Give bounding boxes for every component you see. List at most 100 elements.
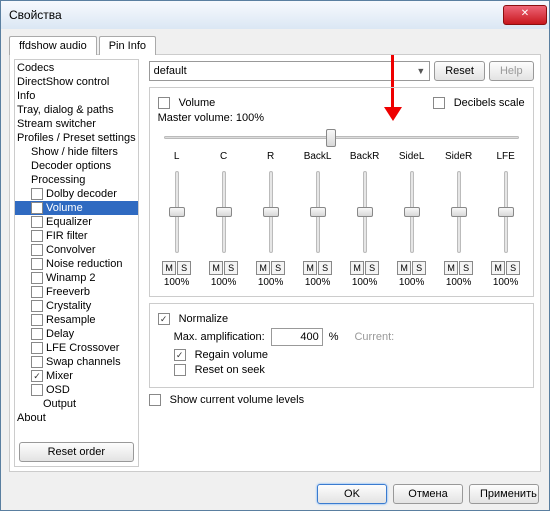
tree-label: Stream switcher — [17, 118, 96, 130]
mute-button[interactable]: M — [444, 261, 458, 275]
tree-item[interactable]: LFE Crossover — [15, 341, 138, 355]
tree-checkbox[interactable] — [31, 244, 43, 256]
channel-slider[interactable] — [356, 167, 374, 257]
channel-slider[interactable] — [309, 167, 327, 257]
tree-checkbox[interactable] — [31, 314, 43, 326]
tab-pin-info[interactable]: Pin Info — [99, 36, 156, 55]
tree-checkbox[interactable] — [31, 342, 43, 354]
tree-item[interactable]: Convolver — [15, 243, 138, 257]
close-button[interactable]: ✕ — [503, 5, 547, 25]
solo-button[interactable]: S — [224, 261, 238, 275]
mute-button[interactable]: M — [162, 261, 176, 275]
channel-slider[interactable] — [450, 167, 468, 257]
tree-item[interactable]: Noise reduction — [15, 257, 138, 271]
channel-slider[interactable] — [168, 167, 186, 257]
tree-item[interactable]: FIR filter — [15, 229, 138, 243]
tree-item[interactable]: Volume — [15, 201, 138, 215]
tree-checkbox[interactable] — [31, 202, 43, 214]
show-levels-checkbox[interactable] — [149, 394, 161, 406]
tree-checkbox[interactable] — [31, 230, 43, 242]
tree-checkbox[interactable] — [31, 356, 43, 368]
tree-item[interactable]: Codecs — [15, 61, 138, 75]
tree-checkbox[interactable] — [31, 272, 43, 284]
tree-item[interactable]: Swap channels — [15, 355, 138, 369]
channel-l: LMS100% — [158, 151, 196, 288]
tree-item[interactable]: Equalizer — [15, 215, 138, 229]
solo-button[interactable]: S — [412, 261, 426, 275]
tree-item[interactable]: OSD — [15, 383, 138, 397]
regain-checkbox[interactable]: ✓ — [174, 349, 186, 361]
mute-button[interactable]: M — [397, 261, 411, 275]
channel-label: BackL — [304, 151, 332, 165]
tree-item[interactable]: Crystality — [15, 299, 138, 313]
mute-button[interactable]: M — [209, 261, 223, 275]
tree-item[interactable]: Show / hide filters — [15, 145, 138, 159]
master-volume-slider[interactable] — [158, 127, 525, 147]
reset-button[interactable]: Reset — [434, 61, 485, 81]
tree-item[interactable]: Decoder options — [15, 159, 138, 173]
apply-button[interactable]: Применить — [469, 484, 539, 504]
tree-label: Show / hide filters — [31, 146, 118, 158]
channel-sliders: LMS100%CMS100%RMS100%BackLMS100%BackRMS1… — [158, 151, 525, 288]
tree-item[interactable]: Processing — [15, 173, 138, 187]
mute-button[interactable]: M — [256, 261, 270, 275]
tree-checkbox[interactable]: ✓ — [31, 370, 43, 382]
solo-button[interactable]: S — [506, 261, 520, 275]
tree-checkbox[interactable] — [31, 300, 43, 312]
channel-pct: 100% — [164, 277, 190, 288]
channel-lfe: LFEMS100% — [487, 151, 525, 288]
channel-slider[interactable] — [262, 167, 280, 257]
channel-slider[interactable] — [497, 167, 515, 257]
tree-label: Winamp 2 — [46, 272, 96, 284]
tab-ffdshow-audio[interactable]: ffdshow audio — [9, 36, 97, 55]
tree-item[interactable]: Info — [15, 89, 138, 103]
tree-item[interactable]: Winamp 2 — [15, 271, 138, 285]
preset-combo[interactable]: default ▼ — [149, 61, 431, 81]
titlebar: Свойства ✕ — [1, 1, 549, 29]
tree-item[interactable]: ✓Mixer — [15, 369, 138, 383]
solo-button[interactable]: S — [459, 261, 473, 275]
tree-item[interactable]: DirectShow control — [15, 75, 138, 89]
tree-item[interactable]: About — [15, 411, 138, 425]
tree-item[interactable]: Stream switcher — [15, 117, 138, 131]
cancel-button[interactable]: Отмена — [393, 484, 463, 504]
channel-slider[interactable] — [403, 167, 421, 257]
max-amp-input[interactable] — [271, 328, 323, 346]
tree-item[interactable]: Dolby decoder — [15, 187, 138, 201]
tree-item[interactable]: Freeverb — [15, 285, 138, 299]
window-title: Свойства — [9, 8, 503, 22]
reset-order-button[interactable]: Reset order — [19, 442, 134, 462]
tree-checkbox[interactable] — [31, 328, 43, 340]
mute-button[interactable]: M — [491, 261, 505, 275]
tree-checkbox[interactable] — [31, 188, 43, 200]
mute-button[interactable]: M — [303, 261, 317, 275]
help-button[interactable]: Help — [489, 61, 534, 81]
channel-slider[interactable] — [215, 167, 233, 257]
mute-button[interactable]: M — [350, 261, 364, 275]
volume-checkbox[interactable] — [158, 97, 170, 109]
solo-button[interactable]: S — [271, 261, 285, 275]
decibels-checkbox[interactable] — [433, 97, 445, 109]
normalize-checkbox[interactable]: ✓ — [158, 313, 170, 325]
channel-label: SideR — [445, 151, 472, 165]
volume-group: Volume Decibels scale Master volume: 100… — [149, 87, 534, 297]
channel-pct: 100% — [446, 277, 472, 288]
settings-tree[interactable]: CodecsDirectShow controlInfoTray, dialog… — [15, 60, 138, 438]
tree-checkbox[interactable] — [31, 216, 43, 228]
tree-item[interactable]: Tray, dialog & paths — [15, 103, 138, 117]
tree-item[interactable]: Delay — [15, 327, 138, 341]
reset-seek-checkbox[interactable] — [174, 364, 186, 376]
tree-label: FIR filter — [46, 230, 88, 242]
tree-item[interactable]: Profiles / Preset settings — [15, 131, 138, 145]
tree-label: Processing — [31, 174, 85, 186]
ok-button[interactable]: OK — [317, 484, 387, 504]
tree-checkbox[interactable] — [31, 384, 43, 396]
tree-label: Info — [17, 90, 35, 102]
tree-item[interactable]: Resample — [15, 313, 138, 327]
solo-button[interactable]: S — [318, 261, 332, 275]
solo-button[interactable]: S — [365, 261, 379, 275]
tree-item[interactable]: Output — [15, 397, 138, 411]
tree-checkbox[interactable] — [31, 286, 43, 298]
solo-button[interactable]: S — [177, 261, 191, 275]
tree-checkbox[interactable] — [31, 258, 43, 270]
